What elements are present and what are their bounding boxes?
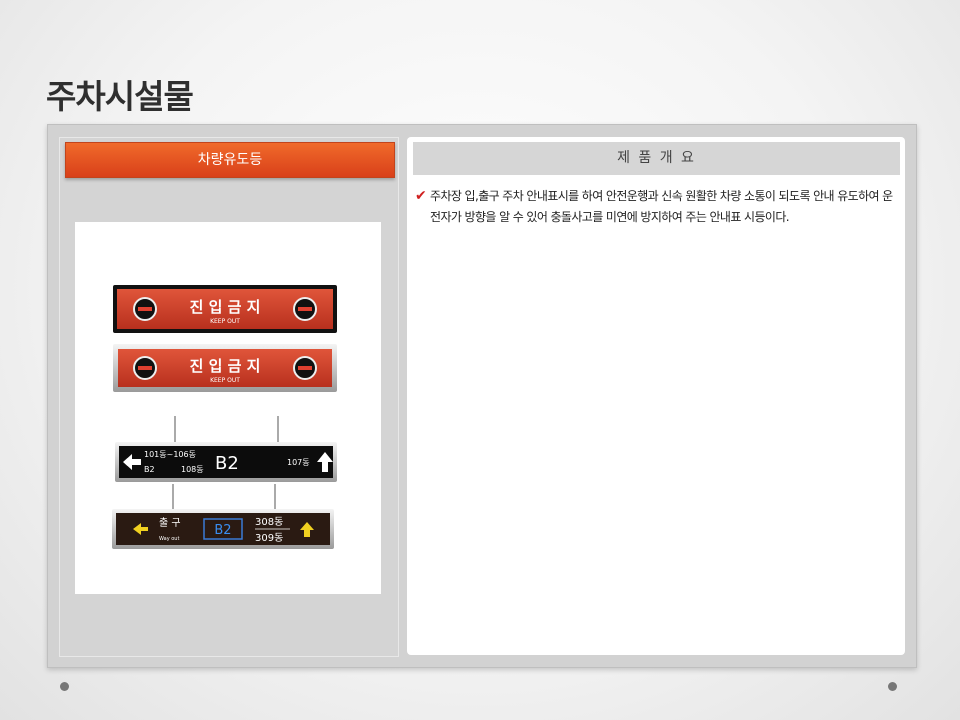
sign3-left-bottom-b: 108동: [181, 465, 204, 474]
sign2-main-text: 진 입 금 지: [190, 357, 261, 375]
sign4-right-bottom: 309동: [255, 532, 283, 544]
sign2-sub-text: KEEP OUT: [210, 377, 240, 384]
keep-out-sign-2: 진 입 금 지 KEEP OUT: [113, 344, 337, 392]
sign4-exit-sub: Way out: [159, 536, 179, 542]
sign3-left-top: 101동~106동: [144, 450, 196, 459]
checkmark-icon: ✔: [415, 188, 427, 204]
sign3-center: B2: [215, 453, 239, 474]
keep-out-sign-1: 진 입 금 지 KEEP OUT: [113, 285, 337, 333]
description-text: 주차장 입,출구 주차 안내표시를 하여 안전운행과 신속 원활한 차량 소통이…: [430, 189, 893, 224]
sign1-sub-text: KEEP OUT: [210, 318, 240, 325]
nav-dot-right[interactable]: [888, 682, 897, 691]
page-title: 주차시설물: [46, 77, 194, 116]
sign3-left-bottom-a: B2: [144, 465, 155, 474]
right-panel-header: 제 품 개 요: [413, 142, 900, 175]
product-image: 진 입 금 지 KEEP OUT 진 입 금 지 KEEP OUT 101동~1…: [75, 222, 381, 594]
product-description: ✔ 주차장 입,출구 주차 안내표시를 하여 안전운행과 신속 원활한 차량 소…: [415, 186, 895, 228]
sign4-right-top: 308동: [255, 516, 283, 528]
direction-sign-b2-black: 101동~106동 B2 108동 B2 107동: [115, 442, 337, 482]
nav-dot-left[interactable]: [60, 682, 69, 691]
direction-sign-b2-brown: 출 구 Way out B2 308동 309동: [112, 509, 334, 549]
sign4-center: B2: [214, 523, 231, 538]
sign1-main-text: 진 입 금 지: [190, 298, 261, 316]
sign-illustration: 진 입 금 지 KEEP OUT 진 입 금 지 KEEP OUT 101동~1…: [112, 285, 337, 549]
sign4-exit: 출 구: [159, 517, 181, 529]
sign3-right: 107동: [287, 458, 310, 467]
left-panel-header: 차량유도등: [65, 142, 395, 178]
